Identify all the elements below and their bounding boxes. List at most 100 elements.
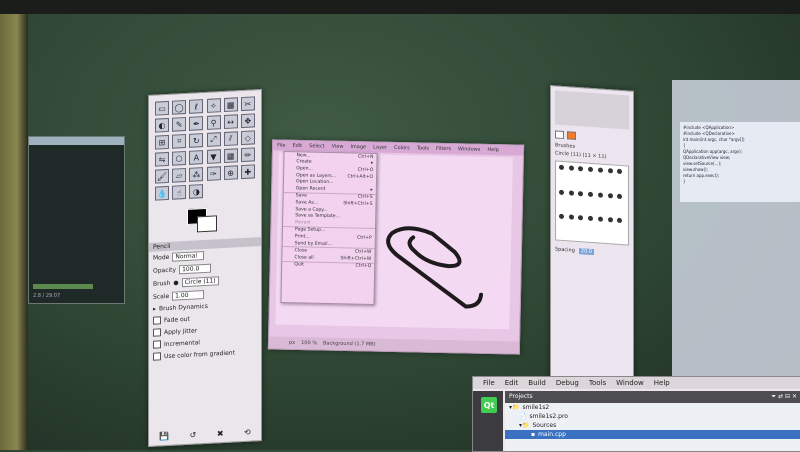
- qt-menu-edit[interactable]: Edit: [505, 379, 519, 387]
- color-select-tool[interactable]: ▩: [223, 97, 238, 113]
- foreground-select-tool[interactable]: ◐: [155, 117, 169, 133]
- dynamics-expander-icon[interactable]: ▸: [153, 306, 156, 313]
- layers-panel[interactable]: [555, 90, 629, 130]
- brush-item[interactable]: [617, 168, 623, 175]
- qt-menu-help[interactable]: Help: [654, 379, 670, 387]
- color-orange-swatch[interactable]: [567, 131, 576, 140]
- menu-edit[interactable]: Edit: [292, 143, 302, 149]
- ink-tool[interactable]: ✑: [206, 166, 221, 181]
- menu-item-quit[interactable]: Quit Ctrl+Q: [282, 262, 374, 271]
- brushes-grid[interactable]: [555, 160, 629, 246]
- menu-filters[interactable]: Filters: [436, 146, 451, 152]
- qt-menu-tools[interactable]: Tools: [589, 379, 606, 387]
- menu-select[interactable]: Select: [309, 143, 325, 149]
- tree-item-project[interactable]: ▾📁 smile1s2: [505, 403, 800, 412]
- split-icon[interactable]: ⊟: [785, 393, 790, 400]
- bucket-fill-tool[interactable]: ▼: [206, 149, 221, 164]
- brush-item[interactable]: [617, 218, 623, 224]
- menu-view[interactable]: View: [332, 144, 344, 150]
- close-icon[interactable]: ✕: [792, 393, 797, 400]
- fuzzy-select-tool[interactable]: ✧: [206, 98, 221, 113]
- brush-item[interactable]: [597, 167, 603, 173]
- brush-preview-icon[interactable]: ●: [173, 279, 178, 286]
- menu-windows[interactable]: Windows: [458, 146, 480, 152]
- brush-item[interactable]: [578, 166, 584, 172]
- scissors-tool[interactable]: ✂: [240, 96, 255, 112]
- brush-item[interactable]: [559, 214, 564, 220]
- brush-item[interactable]: [617, 193, 623, 199]
- file-menu-dropdown[interactable]: New... Ctrl+N Create ▸ Open... Ctrl+O Open …: [280, 151, 378, 305]
- brush-item[interactable]: [597, 216, 603, 223]
- menu-image[interactable]: Image: [350, 144, 366, 150]
- scale-tool[interactable]: ⤢: [206, 132, 221, 147]
- filter-icon[interactable]: ⏷: [771, 393, 776, 400]
- brush-item[interactable]: [607, 192, 613, 199]
- menu-tools[interactable]: Tools: [417, 145, 429, 151]
- left-partial-window[interactable]: 2.8 / 29.07: [28, 136, 125, 304]
- scale-field[interactable]: 1.00: [172, 290, 205, 301]
- qt-logo-icon[interactable]: Qt: [481, 397, 497, 413]
- left-window-titlebar[interactable]: [29, 137, 124, 145]
- brush-field[interactable]: Circle (11): [181, 276, 219, 288]
- incremental-checkbox[interactable]: [153, 340, 161, 349]
- color-swatches[interactable]: [157, 203, 253, 238]
- align-tool[interactable]: ⊞: [155, 134, 169, 150]
- brush-item[interactable]: [568, 214, 574, 221]
- heal-tool[interactable]: ✚: [240, 164, 255, 180]
- save-options-icon[interactable]: 💾: [159, 432, 169, 442]
- brush-item[interactable]: [607, 217, 613, 223]
- blur-tool[interactable]: 💧: [155, 185, 169, 201]
- background-color[interactable]: [197, 215, 217, 233]
- cage-tool[interactable]: ⬡: [172, 150, 187, 166]
- perspective-tool[interactable]: ◇: [240, 130, 255, 146]
- move-tool[interactable]: ✥: [240, 113, 255, 129]
- airbrush-tool[interactable]: ⁂: [189, 167, 204, 182]
- qt-creator-window[interactable]: File Edit Build Debug Tools Window Help …: [472, 376, 800, 452]
- brush-item[interactable]: [588, 166, 594, 173]
- eraser-tool[interactable]: ▱: [172, 167, 187, 183]
- tree-item-sources[interactable]: ▾📁 Sources: [505, 421, 800, 430]
- reset-options-icon[interactable]: ⟲: [244, 428, 251, 437]
- zoom-tool[interactable]: ⚲: [206, 115, 221, 130]
- smudge-tool[interactable]: ☝: [172, 184, 187, 200]
- rotate-tool[interactable]: ↻: [189, 133, 204, 148]
- restore-options-icon[interactable]: ↺: [190, 430, 197, 439]
- crop-tool[interactable]: ⌗: [172, 133, 187, 149]
- tree-item-main-cpp[interactable]: ▪ main.cpp: [505, 430, 800, 439]
- brush-item[interactable]: [588, 191, 594, 197]
- measure-tool[interactable]: ↔: [223, 114, 238, 130]
- gradient-checkbox[interactable]: [153, 352, 161, 361]
- unit-select[interactable]: px: [289, 340, 295, 346]
- brush-item[interactable]: [559, 164, 564, 171]
- paintbrush-tool[interactable]: 🖌: [155, 168, 169, 184]
- clone-tool[interactable]: ⊕: [223, 165, 238, 181]
- paths-tool[interactable]: ✎: [172, 116, 187, 132]
- zoom-select[interactable]: 100 %: [301, 340, 317, 346]
- free-select-tool[interactable]: ℓ: [189, 99, 204, 114]
- brush-item[interactable]: [568, 165, 574, 171]
- qt-menu-build[interactable]: Build: [528, 379, 546, 387]
- color-white-swatch[interactable]: [555, 130, 564, 140]
- qt-menu-window[interactable]: Window: [616, 379, 644, 387]
- tree-item-pro[interactable]: 📄 smile1s2.pro: [505, 412, 800, 421]
- rect-select-tool[interactable]: ▭: [155, 100, 169, 116]
- spacing-field[interactable]: 20.0: [578, 248, 595, 256]
- ellipse-select-tool[interactable]: ◯: [172, 99, 187, 115]
- mode-select[interactable]: Normal: [172, 251, 205, 262]
- brush-item[interactable]: [597, 192, 603, 198]
- brush-item[interactable]: [559, 189, 564, 195]
- gimp-toolbox[interactable]: ▭ ◯ ℓ ✧ ▩ ✂ ◐ ✎ ✒ ⚲ ↔ ✥ ⊞ ⌗ ↻ ⤢ ⫽ ◇ ⇋ ⬡ …: [148, 89, 262, 447]
- brush-item[interactable]: [568, 190, 574, 196]
- menu-colors[interactable]: Colors: [394, 145, 410, 151]
- shear-tool[interactable]: ⫽: [223, 131, 238, 147]
- opacity-field[interactable]: 100.0: [179, 263, 212, 275]
- menu-help[interactable]: Help: [487, 147, 499, 153]
- color-picker-tool[interactable]: ✒: [189, 116, 204, 131]
- brush-item[interactable]: [607, 168, 613, 174]
- qt-menu-debug[interactable]: Debug: [556, 379, 579, 387]
- brush-item[interactable]: [578, 190, 584, 197]
- text-tool[interactable]: A: [189, 150, 204, 165]
- brush-item[interactable]: [588, 216, 594, 222]
- pencil-tool[interactable]: ✏: [240, 147, 255, 163]
- dodge-tool[interactable]: ◑: [189, 184, 204, 199]
